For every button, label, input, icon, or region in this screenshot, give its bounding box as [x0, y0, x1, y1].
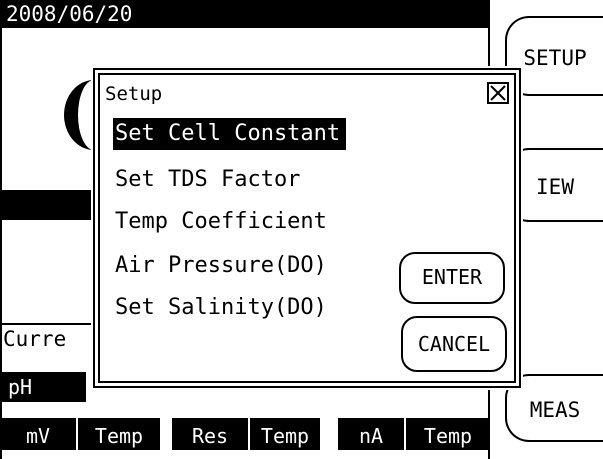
close-icon[interactable]: [487, 82, 509, 104]
menu-item-set-salinity[interactable]: Set Salinity(DO): [113, 292, 333, 324]
cell-temp-1: Temp: [78, 418, 160, 450]
date-display: 2008/06/20: [0, 0, 490, 28]
cell-res: Res: [172, 418, 248, 450]
setup-dialog: Setup Set Cell Constant Set TDS Factor T…: [93, 68, 521, 388]
channel-group-1: mV Temp: [0, 401, 160, 459]
enter-button[interactable]: ENTER: [399, 252, 505, 304]
cancel-button[interactable]: CANCEL: [401, 316, 507, 372]
ph-tab[interactable]: pH: [0, 372, 86, 402]
menu-item-set-cell-constant[interactable]: Set Cell Constant: [113, 118, 347, 150]
menu-item-set-tds-factor[interactable]: Set TDS Factor: [113, 164, 306, 196]
cell-temp-3: Temp: [406, 418, 490, 450]
current-label: Curre: [3, 327, 67, 351]
dialog-title: Setup: [105, 83, 163, 105]
cell-mv: mV: [0, 418, 76, 450]
cell-na: nA: [338, 418, 404, 450]
channel-group-2: Res Temp: [172, 401, 320, 459]
reading-bar: [0, 190, 100, 220]
cell-temp-2: Temp: [250, 418, 320, 450]
menu-item-air-pressure[interactable]: Air Pressure(DO): [113, 250, 333, 282]
menu-item-temp-coefficient[interactable]: Temp Coefficient: [113, 206, 333, 238]
channel-group-3: nA Temp: [338, 401, 490, 459]
